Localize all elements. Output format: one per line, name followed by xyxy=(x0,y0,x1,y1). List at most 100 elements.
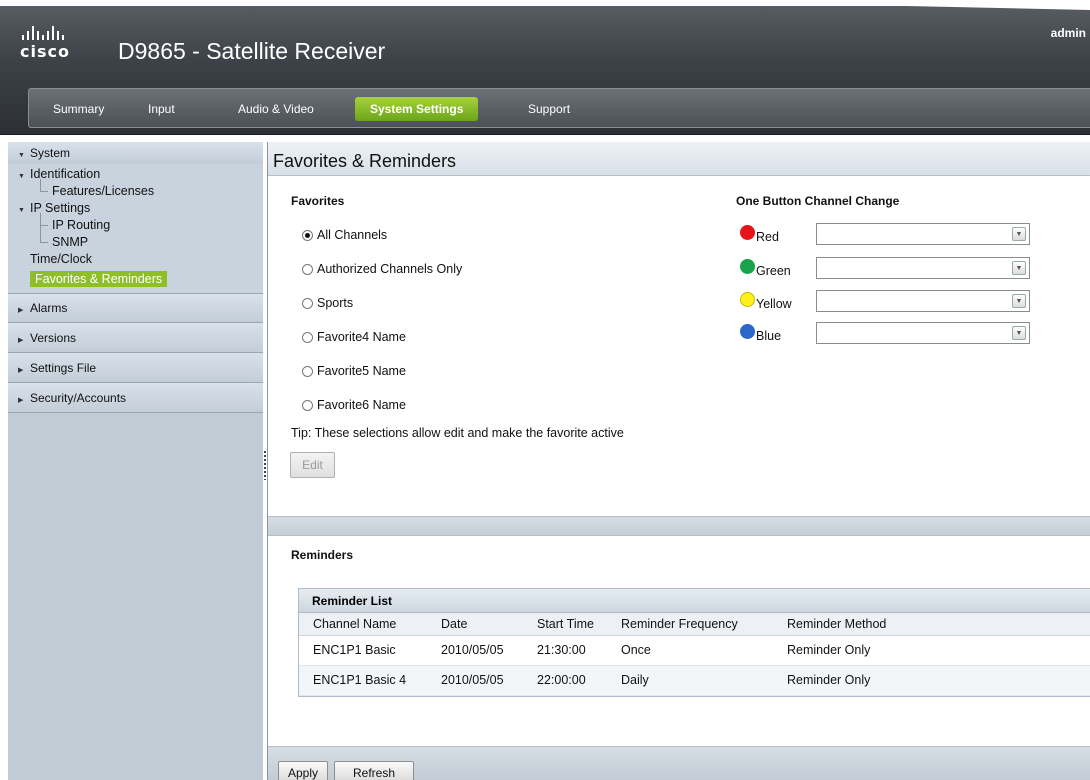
favorites-heading: Favorites xyxy=(291,194,345,208)
column-header[interactable]: Channel Name xyxy=(299,613,427,636)
sidebar-section-settings-file[interactable]: ▶ Settings File xyxy=(8,353,263,383)
favorite-option-label: Sports xyxy=(317,296,354,310)
column-header[interactable]: Start Time xyxy=(523,613,607,636)
sidebar-item-favorites-reminders[interactable]: Favorites & Reminders xyxy=(8,270,263,289)
table-row[interactable]: ENC1P1 Basic 2010/05/05 21:30:00 Once Re… xyxy=(299,635,1090,666)
user-name[interactable]: admin xyxy=(1051,26,1086,40)
favorite-option-label: Favorite6 Name xyxy=(317,398,406,412)
cisco-logo-bars-icon xyxy=(22,24,70,40)
cisco-logo: cisco xyxy=(20,24,70,61)
app-header: cisco D9865 - Satellite Receiver admin S… xyxy=(0,0,1090,135)
radio-button[interactable] xyxy=(302,399,313,411)
sidebar-section-alarms[interactable]: ▶ Alarms xyxy=(8,294,263,323)
sidebar-section-label: System xyxy=(30,146,71,160)
section-separator xyxy=(268,516,1090,536)
green-dot-icon xyxy=(740,258,755,274)
favorites-tip: Tip: These selections allow edit and mak… xyxy=(291,426,624,440)
sidebar-item-label: IP Routing xyxy=(52,218,111,232)
tab-support[interactable]: Support xyxy=(528,102,570,116)
app-title: D9865 - Satellite Receiver xyxy=(118,38,386,64)
sidebar-item-snmp[interactable]: SNMP xyxy=(8,224,263,251)
apply-button[interactable]: Apply xyxy=(278,761,328,780)
favorite-option-label: Authorized Channels Only xyxy=(317,262,463,276)
green-channel-select[interactable]: ▼ xyxy=(816,257,1030,279)
cisco-logo-text: cisco xyxy=(20,42,70,61)
dropdown-arrow-icon: ▼ xyxy=(1012,227,1026,241)
sidebar-section-security-accounts[interactable]: ▶ Security/Accounts xyxy=(8,383,263,413)
blue-channel-select[interactable]: ▼ xyxy=(816,322,1030,344)
tab-audio-video[interactable]: Audio & Video xyxy=(238,102,314,116)
table-cell: Daily xyxy=(607,665,773,696)
favorite-option-label: Favorite4 Name xyxy=(317,330,406,344)
sidebar-section-label: Versions xyxy=(30,331,77,345)
radio-button[interactable] xyxy=(302,297,313,309)
radio-button[interactable] xyxy=(302,365,313,377)
one-button-heading: One Button Channel Change xyxy=(736,194,900,208)
reminder-table: Channel Name Date Start Time Reminder Fr… xyxy=(299,613,1090,696)
sidebar-item-time-clock[interactable]: Time/Clock xyxy=(8,251,263,268)
chevron-down-icon: ▼ xyxy=(18,152,25,159)
channel-change-row-red: Red ▼ xyxy=(740,223,1030,245)
sidebar-section-system[interactable]: ▼ System xyxy=(8,142,263,164)
red-dot-icon xyxy=(740,224,755,240)
tab-input[interactable]: Input xyxy=(148,102,175,116)
reminder-list: Reminder List Channel Name Date Start Ti… xyxy=(298,588,1090,697)
channel-change-row-yellow: Yellow ▼ xyxy=(740,290,1030,312)
favorite-option[interactable]: Sports xyxy=(302,296,353,310)
favorites-panel: Favorites All Channels Authorized Channe… xyxy=(268,176,1090,516)
tab-summary[interactable]: Summary xyxy=(53,102,104,116)
main-nav-bar: Summary Input Audio & Video System Setti… xyxy=(28,88,1090,128)
table-cell: 22:00:00 xyxy=(523,665,607,696)
tree-connector xyxy=(40,179,48,192)
reminders-heading: Reminders xyxy=(291,548,354,562)
sidebar-section-label: Settings File xyxy=(30,361,97,375)
favorite-option-label: Favorite5 Name xyxy=(317,364,406,378)
yellow-channel-select[interactable]: ▼ xyxy=(816,290,1030,312)
favorite-option[interactable]: Authorized Channels Only xyxy=(302,262,462,276)
favorite-option[interactable]: Favorite6 Name xyxy=(302,398,406,412)
tab-system-settings[interactable]: System Settings xyxy=(355,97,479,121)
channel-change-label: Green xyxy=(756,264,791,278)
yellow-dot-icon xyxy=(740,291,755,307)
chevron-right-icon: ▶ xyxy=(18,367,24,374)
sidebar-section-label: Alarms xyxy=(30,301,68,315)
table-row[interactable]: ENC1P1 Basic 4 2010/05/05 22:00:00 Daily… xyxy=(299,665,1090,696)
sidebar-item-features-licenses[interactable]: Features/Licenses xyxy=(8,179,263,200)
dropdown-arrow-icon: ▼ xyxy=(1012,326,1026,340)
edit-button[interactable]: Edit xyxy=(290,452,335,478)
radio-button[interactable] xyxy=(302,229,313,241)
table-cell: 21:30:00 xyxy=(523,635,607,666)
column-header[interactable]: Reminder Method xyxy=(773,613,1090,636)
dropdown-arrow-icon: ▼ xyxy=(1012,261,1026,275)
table-cell: ENC1P1 Basic xyxy=(299,635,427,666)
channel-change-row-green: Green ▼ xyxy=(740,257,1030,279)
radio-button[interactable] xyxy=(302,331,313,343)
column-header[interactable]: Date xyxy=(427,613,523,636)
left-sidebar: ▼ System ▼ Identification Features/License… xyxy=(8,142,263,780)
main-content: Favorites & Reminders Favorites All Chan… xyxy=(267,142,1090,780)
tree-connector xyxy=(40,224,48,243)
action-bar: Apply Refresh xyxy=(268,746,1090,780)
table-header-row: Channel Name Date Start Time Reminder Fr… xyxy=(299,613,1090,636)
sidebar-item-label: Favorites & Reminders xyxy=(30,271,168,287)
reminders-panel: Reminders Reminder List Channel Name Dat… xyxy=(268,536,1090,746)
sidebar-item-label: SNMP xyxy=(52,235,89,249)
table-cell: ENC1P1 Basic 4 xyxy=(299,665,427,696)
column-header[interactable]: Reminder Frequency xyxy=(607,613,773,636)
system-tree: ▼ Identification Features/Licenses ▼ IP Se… xyxy=(8,164,263,294)
table-cell: 2010/05/05 xyxy=(427,635,523,666)
page-title: Favorites & Reminders xyxy=(268,142,1090,176)
channel-change-label: Yellow xyxy=(756,297,792,311)
chevron-right-icon: ▶ xyxy=(18,397,24,404)
red-channel-select[interactable]: ▼ xyxy=(816,223,1030,245)
channel-change-row-blue: Blue ▼ xyxy=(740,322,1030,344)
table-cell: 2010/05/05 xyxy=(427,665,523,696)
chevron-right-icon: ▶ xyxy=(18,307,24,314)
table-cell: Reminder Only xyxy=(773,635,1090,666)
favorite-option[interactable]: Favorite4 Name xyxy=(302,330,406,344)
radio-button[interactable] xyxy=(302,263,313,275)
favorite-option[interactable]: All Channels xyxy=(302,228,387,242)
sidebar-section-versions[interactable]: ▶ Versions xyxy=(8,323,263,353)
favorite-option[interactable]: Favorite5 Name xyxy=(302,364,406,378)
refresh-button[interactable]: Refresh xyxy=(334,761,414,780)
